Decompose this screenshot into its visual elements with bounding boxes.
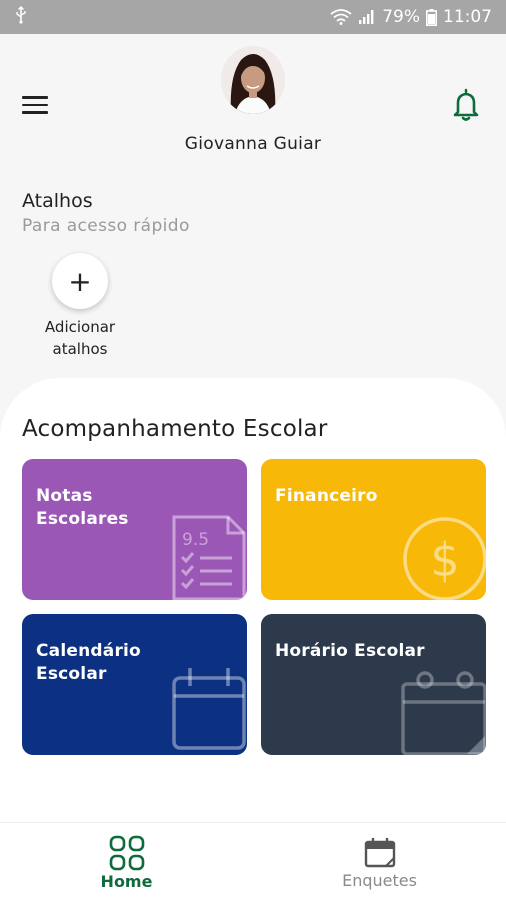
hamburger-line <box>22 103 48 107</box>
calendar-icon <box>172 668 246 750</box>
add-shortcut-button[interactable]: + <box>52 253 108 309</box>
bell-icon <box>453 88 479 121</box>
grades-document-icon: 9.5 <box>172 515 246 600</box>
status-bar: 79% 11:07 <box>0 0 506 34</box>
card-grades-label: Notas Escolares <box>36 486 129 529</box>
card-school-schedule-label: Horário Escolar <box>275 641 425 661</box>
battery-icon <box>426 8 437 26</box>
card-school-schedule[interactable]: Horário Escolar <box>261 614 486 755</box>
usb-icon <box>14 5 28 29</box>
wifi-icon <box>330 9 352 25</box>
card-finance[interactable]: Financeiro $ <box>261 459 486 600</box>
grade-value-text: 9.5 <box>182 530 209 550</box>
add-shortcut-label: Adicionar atalhos <box>44 318 116 358</box>
bottom-nav: Home Enquetes <box>0 822 506 900</box>
dollar-sign: $ <box>430 533 459 587</box>
shortcuts-title: Atalhos <box>22 190 93 212</box>
card-school-calendar-label: Calendário Escolar <box>36 641 141 684</box>
signal-icon <box>358 9 376 25</box>
card-school-calendar[interactable]: Calendário Escolar <box>22 614 247 755</box>
hamburger-line <box>22 111 48 114</box>
home-grid-icon <box>109 835 145 871</box>
school-panel <box>0 378 506 822</box>
polls-calendar-icon <box>364 838 396 868</box>
nav-polls[interactable]: Enquetes <box>253 823 506 900</box>
clock: 11:07 <box>443 7 492 27</box>
notifications-button[interactable] <box>450 88 482 122</box>
shortcuts-subtitle: Para acesso rápido <box>22 216 190 236</box>
plus-icon: + <box>68 264 92 298</box>
hamburger-menu-icon <box>22 96 48 99</box>
card-grades[interactable]: Notas Escolares 9.5 <box>22 459 247 600</box>
battery-percent: 79% <box>382 7 420 27</box>
dollar-coin-icon: $ <box>403 517 486 600</box>
menu-button[interactable] <box>22 90 56 120</box>
card-finance-label: Financeiro <box>275 486 378 506</box>
nav-polls-label: Enquetes <box>342 871 417 890</box>
avatar[interactable] <box>221 46 285 114</box>
user-name: Giovanna Guiar <box>184 134 322 154</box>
school-section-title: Acompanhamento Escolar <box>22 416 328 442</box>
schedule-calendar-icon <box>401 671 486 755</box>
nav-home-label: Home <box>100 872 153 891</box>
nav-home[interactable]: Home <box>0 823 253 900</box>
